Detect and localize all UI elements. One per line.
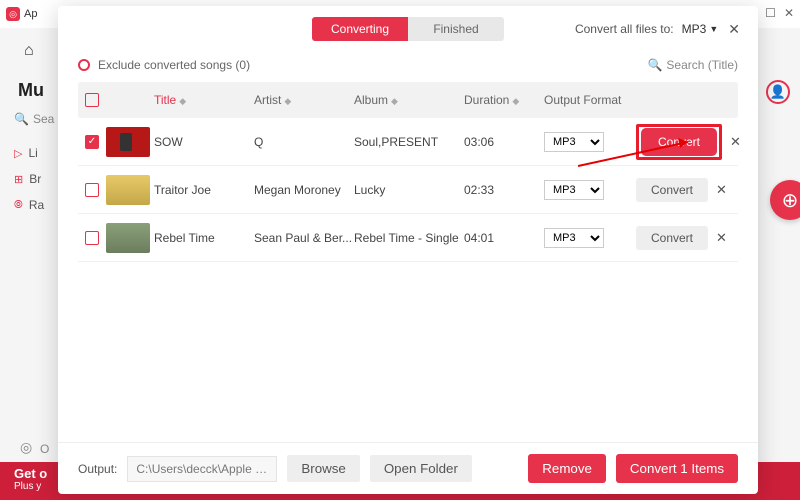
- bg-nav-listen[interactable]: ▷Li: [14, 146, 44, 160]
- open-folder-button[interactable]: Open Folder: [370, 455, 472, 482]
- remove-row-icon[interactable]: ✕: [708, 230, 727, 246]
- col-title[interactable]: Title◆: [154, 93, 254, 107]
- window-close-icon[interactable]: ✕: [784, 6, 794, 20]
- col-artist[interactable]: Artist◆: [254, 93, 354, 107]
- exclude-label: Exclude converted songs (0): [98, 58, 250, 72]
- bg-brand: Mu: [14, 80, 44, 101]
- track-title: Rebel Time: [154, 231, 254, 245]
- output-label: Output:: [78, 462, 117, 476]
- browse-button[interactable]: Browse: [287, 455, 359, 482]
- track-artist: Megan Moroney: [254, 183, 354, 197]
- convert-button[interactable]: Convert: [636, 226, 708, 250]
- track-artist: Q: [254, 135, 354, 149]
- modal-header: Converting Finished Convert all files to…: [58, 6, 758, 52]
- row-checkbox[interactable]: [85, 231, 99, 245]
- format-select[interactable]: MP3: [544, 228, 604, 248]
- select-all-checkbox[interactable]: [85, 93, 99, 107]
- track-thumbnail: [106, 175, 150, 205]
- col-output: Output Format: [544, 93, 636, 107]
- track-duration: 03:06: [464, 135, 544, 149]
- format-select[interactable]: MP3: [544, 132, 604, 152]
- search-icon: 🔍: [647, 58, 662, 72]
- col-duration[interactable]: Duration◆: [464, 93, 544, 107]
- convert-button[interactable]: Convert: [643, 130, 715, 154]
- play-icon: ▷: [14, 147, 22, 160]
- tabs: Converting Finished: [312, 17, 504, 41]
- col-album[interactable]: Album◆: [354, 93, 464, 107]
- modal-footer: Output: C:\Users\decck\Apple Music... Br…: [58, 442, 758, 494]
- tab-converting[interactable]: Converting: [312, 17, 408, 41]
- track-album: Lucky: [354, 183, 464, 197]
- toolbar: Exclude converted songs (0) 🔍 Search (Ti…: [58, 52, 758, 82]
- convert-button[interactable]: Convert: [636, 178, 708, 202]
- caret-down-icon: ▼: [709, 24, 718, 34]
- table-row: ✓ SOW Q Soul,PRESENT 03:06 MP3 Convert ✕: [78, 118, 738, 166]
- avatar[interactable]: 👤: [766, 80, 790, 104]
- convert-modal: Converting Finished Convert all files to…: [58, 6, 758, 494]
- output-path[interactable]: C:\Users\decck\Apple Music...: [127, 456, 277, 482]
- row-checkbox[interactable]: [85, 183, 99, 197]
- track-album: Soul,PRESENT: [354, 135, 464, 149]
- track-duration: 04:01: [464, 231, 544, 245]
- radio-icon: ⦾: [14, 199, 23, 212]
- bg-nav-radio[interactable]: ⦾Ra: [14, 198, 44, 212]
- table-row: Rebel Time Sean Paul & Ber... Rebel Time…: [78, 214, 738, 262]
- sort-icon: ◆: [512, 96, 519, 106]
- sort-icon: ◆: [179, 96, 186, 106]
- radio-icon: [78, 59, 90, 71]
- track-title: Traitor Joe: [154, 183, 254, 197]
- sort-icon: ◆: [391, 96, 398, 106]
- disc-icon[interactable]: ◎: [20, 439, 32, 456]
- tab-finished[interactable]: Finished: [408, 17, 504, 41]
- track-thumbnail: [106, 223, 150, 253]
- bg-nav: ▷Li ⊞Br ⦾Ra: [14, 146, 44, 212]
- remove-row-icon[interactable]: ✕: [722, 134, 741, 150]
- exclude-toggle[interactable]: Exclude converted songs (0): [78, 58, 250, 72]
- convert-items-button[interactable]: Convert 1 Items: [616, 454, 738, 483]
- track-thumbnail: [106, 127, 150, 157]
- home-icon[interactable]: ⌂: [16, 42, 34, 60]
- search-placeholder: Search (Title): [666, 58, 738, 72]
- bg-search[interactable]: 🔍 Sea: [14, 112, 54, 126]
- track-title: SOW: [154, 135, 254, 149]
- remove-button[interactable]: Remove: [528, 454, 606, 483]
- close-icon[interactable]: ✕: [726, 21, 742, 38]
- format-select[interactable]: MP3: [544, 180, 604, 200]
- bg-nav-browse[interactable]: ⊞Br: [14, 172, 44, 186]
- app-logo-icon: ◎: [6, 7, 20, 21]
- table-header: Title◆ Artist◆ Album◆ Duration◆ Output F…: [78, 82, 738, 118]
- track-artist: Sean Paul & Ber...: [254, 231, 354, 245]
- disc-text: O: [40, 442, 49, 456]
- sort-icon: ◆: [284, 96, 291, 106]
- row-checkbox[interactable]: ✓: [85, 135, 99, 149]
- table-row: Traitor Joe Megan Moroney Lucky 02:33 MP…: [78, 166, 738, 214]
- track-duration: 02:33: [464, 183, 544, 197]
- add-button[interactable]: ⊕: [770, 180, 800, 220]
- window-maximize-icon[interactable]: ☐: [765, 6, 776, 20]
- convert-all-label: Convert all files to:: [575, 22, 674, 36]
- track-album: Rebel Time - Single: [354, 231, 464, 245]
- grid-icon: ⊞: [14, 173, 23, 186]
- bg-app-title-text: Ap: [24, 8, 37, 20]
- track-table: Title◆ Artist◆ Album◆ Duration◆ Output F…: [58, 82, 758, 442]
- global-format-select[interactable]: MP3 ▼: [682, 22, 719, 36]
- search-input[interactable]: 🔍 Search (Title): [647, 58, 738, 72]
- remove-row-icon[interactable]: ✕: [708, 182, 727, 198]
- bg-app-title: ◎ Ap: [0, 7, 37, 21]
